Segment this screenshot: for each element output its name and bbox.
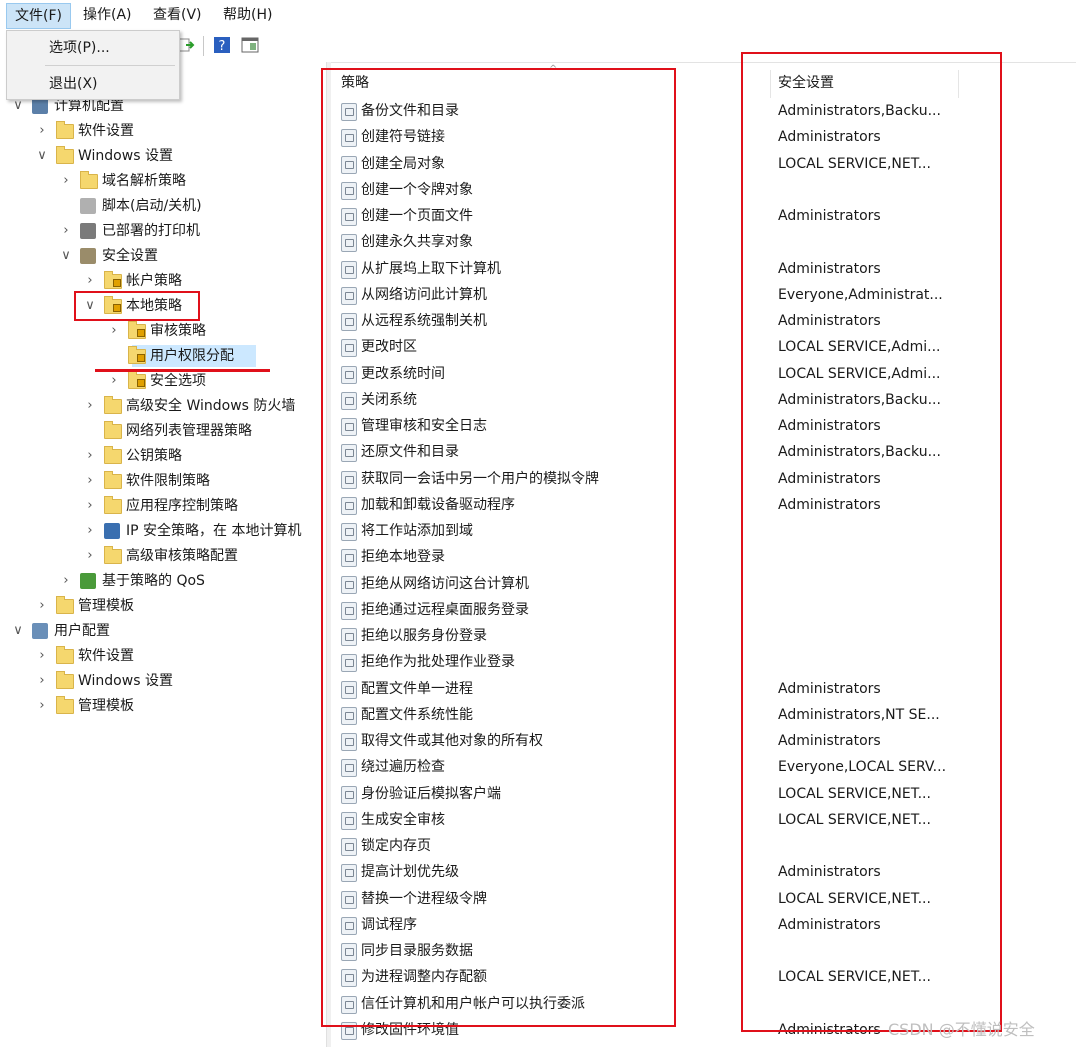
show-hide-pane-icon[interactable]	[241, 36, 259, 54]
file-menu-dropdown: 选项(P)... 退出(X)	[6, 30, 180, 100]
menu-action[interactable]: 操作(A)	[75, 3, 140, 27]
highlight-policy-column	[321, 68, 676, 1027]
help-icon[interactable]: ?	[213, 36, 231, 54]
toolbar-divider	[203, 36, 204, 56]
svg-text:?: ?	[219, 39, 226, 54]
menu-file[interactable]: 文件(F)	[6, 3, 71, 29]
watermark: CSDN @不懂说安全	[888, 1020, 1035, 1039]
menu-help[interactable]: 帮助(H)	[215, 3, 280, 27]
menu-separator	[45, 65, 175, 66]
highlight-local-policy	[74, 291, 200, 321]
menu-option-exit[interactable]: 退出(X)	[49, 73, 98, 93]
export-list-icon[interactable]	[178, 36, 196, 54]
highlight-security-column	[741, 52, 1002, 1032]
underline-user-rights	[95, 369, 270, 372]
menu-bar: 文件(F) 操作(A) 查看(V) 帮助(H)	[0, 0, 1076, 30]
menu-option-options[interactable]: 选项(P)...	[49, 37, 110, 57]
menu-view[interactable]: 查看(V)	[145, 3, 210, 27]
